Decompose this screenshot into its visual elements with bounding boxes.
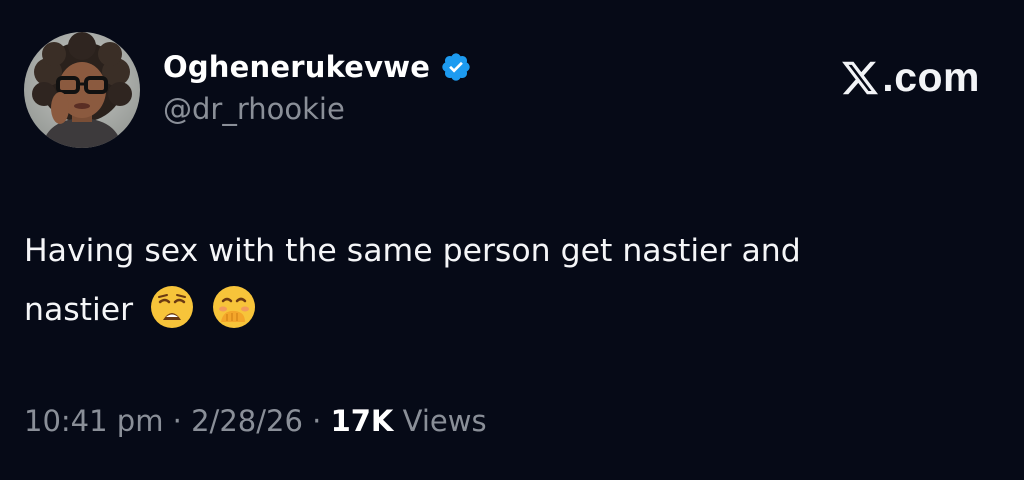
avatar[interactable] — [24, 32, 140, 148]
display-name[interactable]: Oghenerukevwe — [163, 50, 430, 84]
meta-separator: · — [312, 404, 322, 438]
views-label: Views — [402, 404, 487, 438]
tweet-text-line2: nastier — [24, 292, 134, 328]
verified-badge-icon — [440, 51, 472, 83]
tweet-text: Having sex with the same person get nast… — [24, 222, 1014, 340]
tweet-time[interactable]: 10:41 pm — [24, 404, 163, 438]
views-count: 17K — [330, 404, 394, 438]
tweet-text-line1: Having sex with the same person get nast… — [24, 233, 801, 269]
meta-separator: · — [172, 404, 182, 438]
name-row: Oghenerukevwe — [163, 46, 472, 88]
tweet-card: Oghenerukevwe @dr_rhookie .com Having se… — [0, 0, 1024, 480]
handle[interactable]: @dr_rhookie — [163, 92, 472, 126]
tweet-meta: 10:41 pm · 2/28/26 · 17K Views — [24, 404, 487, 438]
x-logo-icon — [842, 61, 879, 94]
face-with-hand-over-mouth-emoji-icon — [211, 284, 257, 330]
author-block: Oghenerukevwe @dr_rhookie — [163, 46, 472, 126]
avatar-image — [24, 32, 140, 148]
brand-text: .com — [882, 54, 980, 100]
brand-watermark: .com — [840, 54, 980, 101]
weary-face-emoji-icon — [149, 284, 195, 330]
tweet-date[interactable]: 2/28/26 — [191, 404, 303, 438]
